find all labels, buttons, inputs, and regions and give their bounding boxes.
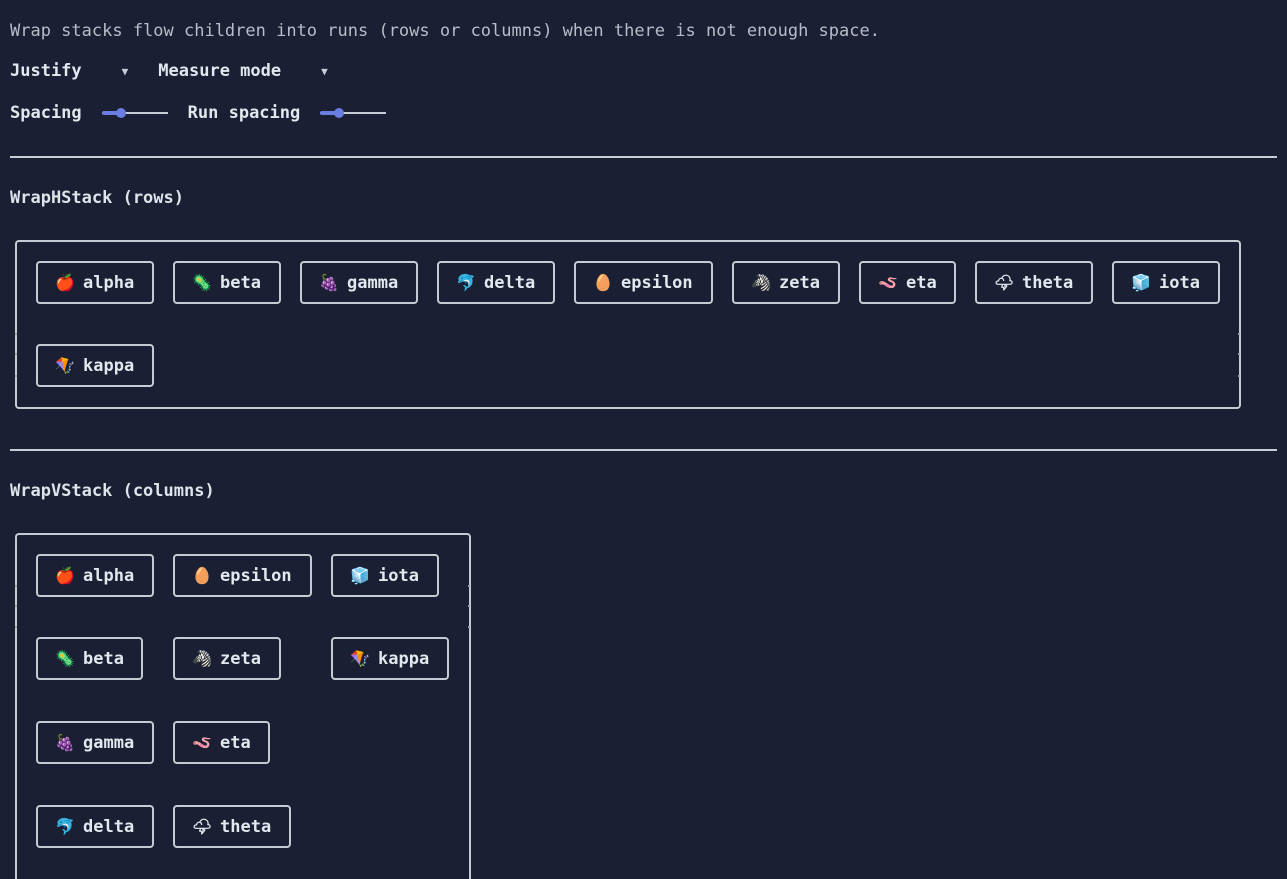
chip-label: beta: [83, 648, 124, 669]
chip-label: gamma: [83, 732, 135, 753]
run-marker: [1238, 333, 1240, 335]
hstack-chip-alpha[interactable]: 🍎 alpha: [36, 261, 154, 304]
hstack-chip-gamma[interactable]: 🍇 gamma: [300, 261, 418, 304]
grapes-icon: 🍇: [55, 733, 75, 752]
run-marker: [15, 375, 17, 377]
chip-label: kappa: [378, 648, 430, 669]
run-marker: [468, 605, 470, 607]
chip-label: theta: [1022, 272, 1074, 293]
apple-icon: 🍎: [55, 566, 75, 585]
vstack-chip-alpha[interactable]: 🍎 alpha: [36, 554, 154, 597]
hstack-chip-delta[interactable]: 🐬 delta: [437, 261, 555, 304]
hstack-chip-epsilon[interactable]: 🥚 epsilon: [574, 261, 713, 304]
ice-cube-icon: 🧊: [1131, 273, 1151, 292]
run-marker: [15, 353, 17, 355]
egg-icon: 🥚: [593, 273, 613, 292]
hstack-chip-iota[interactable]: 🧊 iota: [1112, 261, 1220, 304]
worm-icon: 🪱: [878, 273, 898, 292]
justify-dropdown-chevron-down-icon[interactable]: ▼: [122, 65, 129, 78]
dolphin-icon: 🐬: [456, 273, 476, 292]
run-spacing-slider[interactable]: [320, 105, 387, 121]
vstack-chip-iota[interactable]: 🧊 iota: [331, 554, 439, 597]
kite-icon: 🪁: [55, 356, 75, 375]
chip-label: delta: [83, 816, 135, 837]
spacing-label: Spacing: [10, 103, 82, 123]
run-marker: [1238, 375, 1240, 377]
run-marker: [15, 585, 17, 587]
slider-controls: Spacing Run spacing: [10, 103, 406, 123]
measure-mode-label: Measure mode: [158, 61, 282, 81]
chip-label: eta: [906, 272, 937, 293]
run-marker: [468, 585, 470, 587]
chip-label: eta: [220, 732, 251, 753]
kite-icon: 🪁: [350, 649, 370, 668]
zebra-icon: 🦓: [192, 649, 212, 668]
spacing-slider-thumb[interactable]: [115, 108, 126, 118]
vstack-chip-beta[interactable]: 🦠 beta: [36, 637, 143, 680]
vstack-chip-eta[interactable]: 🪱 eta: [173, 721, 270, 764]
chip-label: zeta: [220, 648, 261, 669]
wraphstack-title: WrapHStack (rows): [10, 188, 184, 208]
storm-cloud-icon: 🌩: [191, 817, 213, 836]
vstack-chip-epsilon[interactable]: 🥚 epsilon: [173, 554, 312, 597]
chip-label: iota: [1159, 272, 1200, 293]
run-marker: [15, 626, 17, 628]
egg-icon: 🥚: [192, 566, 212, 585]
hstack-chip-kappa[interactable]: 🪁 kappa: [36, 344, 154, 387]
run-marker: [15, 605, 17, 607]
storm-cloud-icon: 🌩: [993, 273, 1015, 292]
chip-label: kappa: [83, 355, 135, 376]
grapes-icon: 🍇: [319, 273, 339, 292]
wrapvstack-title: WrapVStack (columns): [10, 481, 215, 501]
vstack-chip-theta[interactable]: 🌩 theta: [173, 805, 291, 848]
dropdown-controls: Justify ▼ Measure mode ▼: [10, 61, 358, 81]
chip-label: theta: [220, 816, 272, 837]
justify-label: Justify: [10, 61, 82, 81]
vstack-chip-gamma[interactable]: 🍇 gamma: [36, 721, 154, 764]
vstack-chip-kappa[interactable]: 🪁 kappa: [331, 637, 449, 680]
dolphin-icon: 🐬: [55, 817, 75, 836]
chip-label: gamma: [347, 272, 399, 293]
measure-mode-dropdown-chevron-down-icon[interactable]: ▼: [321, 65, 328, 78]
chip-label: epsilon: [621, 272, 693, 293]
run-marker: [1238, 353, 1240, 355]
hstack-chip-theta[interactable]: 🌩 theta: [975, 261, 1093, 304]
chip-label: alpha: [83, 272, 135, 293]
vstack-chip-zeta[interactable]: 🦓 zeta: [173, 637, 281, 680]
chip-label: delta: [484, 272, 536, 293]
hstack-chip-beta[interactable]: 🦠 beta: [173, 261, 281, 304]
microbe-icon: 🦠: [55, 649, 75, 668]
run-spacing-label: Run spacing: [187, 103, 301, 123]
chip-label: zeta: [779, 272, 820, 293]
chip-label: iota: [378, 565, 419, 586]
run-marker: [468, 626, 470, 628]
chip-label: beta: [220, 272, 261, 293]
chip-label: alpha: [83, 565, 135, 586]
hstack-chip-eta[interactable]: 🪱 eta: [859, 261, 956, 304]
zebra-icon: 🦓: [751, 273, 771, 292]
wrap-stack-demo-page: Wrap stacks flow children into runs (row…: [0, 0, 1287, 879]
run-marker: [15, 333, 17, 335]
microbe-icon: 🦠: [192, 273, 212, 292]
worm-icon: 🪱: [192, 733, 212, 752]
apple-icon: 🍎: [55, 273, 75, 292]
run-spacing-slider-thumb[interactable]: [334, 108, 345, 118]
vstack-chip-delta[interactable]: 🐬 delta: [36, 805, 154, 848]
spacing-slider[interactable]: [101, 105, 168, 121]
chip-label: epsilon: [220, 565, 292, 586]
hstack-chip-zeta[interactable]: 🦓 zeta: [732, 261, 840, 304]
ice-cube-icon: 🧊: [350, 566, 370, 585]
divider: [10, 449, 1277, 451]
description-text: Wrap stacks flow children into runs (row…: [10, 21, 880, 41]
divider: [10, 156, 1277, 158]
